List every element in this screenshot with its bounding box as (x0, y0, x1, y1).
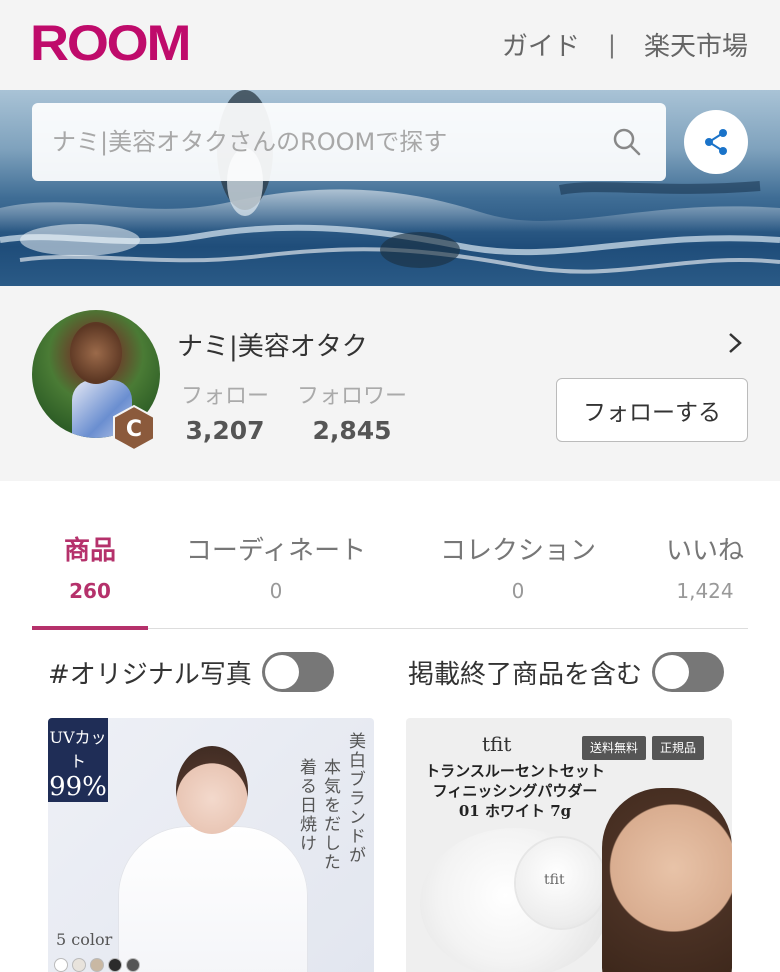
tab-label: コーディネート (185, 536, 367, 566)
tab-count: 0 (269, 579, 283, 603)
jar-brand-text: tfit (544, 872, 565, 888)
product-card[interactable]: UVカット 99% 美白ブランドが 本気をだした 着る日焼け 5 color (48, 718, 374, 972)
product-image-model-face (602, 788, 732, 972)
toggle-knob (655, 655, 690, 689)
active-tab-indicator (32, 626, 148, 630)
color-swatch (72, 958, 86, 972)
share-button[interactable] (684, 110, 748, 174)
product-card[interactable]: tfit tfit 送料無料 正規品 トランスルーセントセット フィニッシングパ… (406, 718, 732, 972)
guide-link[interactable]: ガイド (502, 26, 580, 63)
following-count: 3,207 (185, 416, 265, 445)
include-ended-toggle[interactable] (652, 652, 725, 692)
tab-count: 1,424 (676, 579, 734, 603)
rank-badge-letter: C (126, 417, 142, 442)
tab-likes[interactable]: いいね 1,424 (662, 530, 748, 603)
color-count-label: 5 color (56, 930, 113, 949)
product-name-line: トランスルーセントセット (425, 762, 605, 780)
uv-cut-label: UVカット (49, 728, 107, 771)
tab-label: いいね (665, 536, 744, 566)
color-swatch (54, 958, 68, 972)
original-photo-label: #オリジナル写真 (48, 659, 252, 690)
tab-count: 260 (69, 579, 111, 603)
uv-cut-value: 99% (49, 772, 107, 802)
include-ended-label: 掲載終了商品を含む (408, 659, 643, 690)
content-tabs: 商品 260 コーディネート 0 コレクション 0 いいね 1,424 (32, 530, 748, 630)
color-swatches (54, 958, 140, 972)
toggle-knob (264, 655, 299, 689)
username[interactable]: ナミ|美容オタク (177, 326, 368, 363)
product-name-line: フィニッシングパウダー (432, 782, 598, 800)
tab-coordinate[interactable]: コーディネート 0 (178, 530, 374, 603)
follower-count: 2,845 (312, 416, 392, 445)
header-links: ガイド | 楽天市場 (502, 26, 748, 63)
share-icon (705, 129, 727, 155)
follower-stat[interactable]: フォロワー 2,845 (291, 378, 413, 445)
rank-badge-icon: C (113, 404, 155, 452)
free-shipping-tag: 送料無料 (582, 736, 647, 760)
search-icon[interactable] (612, 127, 642, 157)
chevron-right-icon[interactable] (726, 331, 744, 355)
color-swatch (126, 958, 140, 972)
follower-label: フォロワー (296, 384, 407, 409)
original-photo-filter: #オリジナル写真 (48, 652, 334, 692)
include-ended-filter: 掲載終了商品を含む (408, 652, 725, 692)
header-separator: | (607, 30, 616, 59)
tab-count: 0 (511, 579, 525, 603)
following-label: フォロー (180, 384, 269, 409)
app-header: ROOM ガイド | 楽天市場 (0, 0, 780, 90)
original-photo-toggle[interactable] (261, 652, 334, 692)
following-stat[interactable]: フォロー 3,207 (176, 378, 274, 445)
product-name-line: 01 ホワイト 7g (458, 802, 572, 820)
product-catchcopy-line: 美白ブランドが (345, 732, 365, 865)
uv-cut-badge: UVカット 99% (48, 718, 108, 802)
profile-section: C ナミ|美容オタク フォロー 3,207 フォロワー 2,845 フォローする (0, 286, 780, 481)
search-box (32, 103, 666, 181)
follow-button[interactable]: フォローする (556, 378, 748, 442)
product-image-jar: tfit (516, 838, 606, 928)
product-catchcopy-line: 本気をだした (320, 758, 340, 872)
tab-collection[interactable]: コレクション 0 (434, 530, 602, 603)
color-swatch (90, 958, 104, 972)
tab-label: コレクション (439, 536, 596, 566)
rakuten-ichiba-link[interactable]: 楽天市場 (644, 26, 748, 63)
avatar-head (70, 322, 122, 384)
color-swatch (108, 958, 122, 972)
brand-logo: tfit (482, 732, 512, 756)
tab-label: 商品 (63, 536, 116, 566)
search-input[interactable] (52, 121, 612, 163)
room-logo[interactable]: ROOM (30, 14, 192, 72)
product-image-model-body (118, 826, 308, 972)
product-image-model-head (176, 746, 248, 834)
authentic-tag: 正規品 (652, 736, 705, 760)
product-catchcopy-line: 着る日焼け (296, 758, 316, 853)
tab-items[interactable]: 商品 260 (32, 530, 148, 603)
